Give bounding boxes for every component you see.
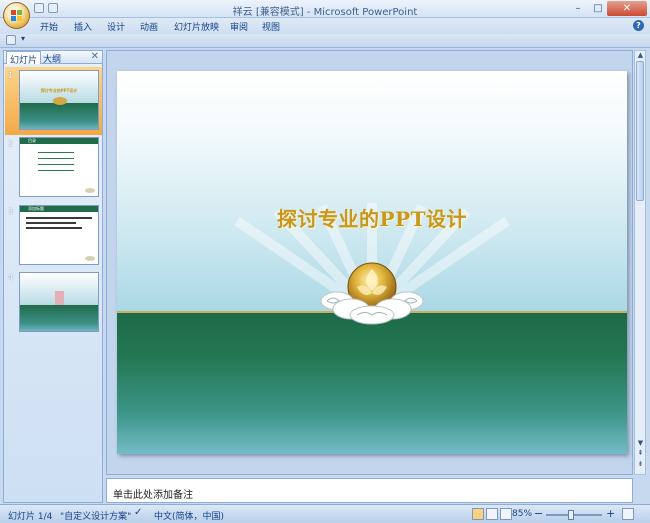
cloud-emblem-icon	[53, 97, 67, 105]
tab-slideshow[interactable]: 幻灯片放映	[174, 20, 219, 33]
thumbnail-number: 4	[8, 273, 14, 282]
help-icon[interactable]: ?	[633, 20, 644, 31]
status-bar: 幻灯片 1/4 "自定义设计方案" ✓ 中文(简体，中国) 85% − +	[0, 504, 650, 523]
window-title: 祥云 [兼容模式] - Microsoft PowerPoint	[232, 7, 418, 18]
tab-animations[interactable]: 动画	[140, 20, 158, 33]
tab-home[interactable]: 开始	[40, 20, 58, 33]
tab-outline[interactable]: 大纲	[40, 51, 64, 65]
slides-pane: 幻灯片 大纲 ✕ 1 探讨专业的PPT设计 2 目录 3 添加标题 4	[3, 50, 103, 503]
quick-access-toolbar: ▾	[0, 34, 650, 48]
thumbnail-picture	[55, 291, 64, 305]
zoom-level[interactable]: 85%	[512, 509, 532, 519]
zoom-in-icon[interactable]: +	[606, 507, 615, 520]
ribbon-tabs: 开始 插入 设计 动画 幻灯片放映 审阅 视图 ?	[0, 18, 650, 34]
thumbnail-title: 添加标题	[28, 206, 44, 211]
slideshow-view-icon[interactable]	[500, 508, 512, 520]
spellcheck-icon[interactable]: ✓	[134, 507, 142, 518]
slide-thumbnail-2[interactable]: 目录	[19, 137, 99, 197]
slide-title[interactable]: 探讨专业的PPT设计	[117, 203, 627, 232]
slide-thumbnail-4[interactable]	[19, 272, 99, 332]
close-button[interactable]: ✕	[607, 1, 647, 16]
normal-view-icon[interactable]	[472, 508, 484, 520]
thumbnail-number: 2	[8, 139, 14, 148]
thumbnail-number: 3	[8, 207, 14, 216]
office-logo-icon	[11, 10, 23, 22]
theme-name[interactable]: "自定义设计方案"	[60, 509, 131, 522]
zoom-out-icon[interactable]: −	[534, 507, 543, 520]
slide-thumbnail-1[interactable]: 探讨专业的PPT设计	[19, 70, 99, 130]
previous-slide-icon[interactable]: ⇞	[636, 449, 645, 458]
pane-tabs: 幻灯片 大纲 ✕	[4, 51, 102, 66]
thumbnail-list: 1 探讨专业的PPT设计 2 目录 3 添加标题 4	[4, 65, 102, 502]
office-button[interactable]	[3, 2, 30, 29]
current-slide[interactable]: 探讨专业的PPT设计	[117, 71, 627, 454]
tab-insert[interactable]: 插入	[74, 20, 92, 33]
fit-to-window-icon[interactable]	[622, 508, 634, 520]
zoom-slider-knob[interactable]	[568, 510, 574, 520]
scroll-down-icon[interactable]: ▼	[636, 439, 645, 448]
scroll-thumb[interactable]	[636, 61, 644, 201]
notes-placeholder: 单击此处添加备注	[113, 490, 193, 501]
slide-edit-area[interactable]: 探讨专业的PPT设计	[106, 50, 633, 475]
next-slide-icon[interactable]: ⇟	[636, 460, 645, 469]
tab-review[interactable]: 审阅	[230, 20, 248, 33]
thumbnail-title: 目录	[28, 138, 36, 143]
thumbnail-title: 探讨专业的PPT设计	[40, 88, 78, 93]
notes-pane[interactable]: 单击此处添加备注	[106, 478, 633, 503]
tab-view[interactable]: 视图	[262, 20, 280, 33]
zoom-slider[interactable]	[546, 514, 602, 516]
tab-design[interactable]: 设计	[107, 20, 125, 33]
tab-slides[interactable]: 幻灯片	[6, 51, 42, 66]
maximize-button[interactable]: □	[588, 1, 608, 16]
auspicious-cloud-emblem-icon	[320, 262, 424, 325]
minimize-button[interactable]: –	[568, 1, 588, 16]
vertical-scrollbar[interactable]: ▲ ▼ ⇞ ⇟	[634, 50, 646, 475]
scroll-up-icon[interactable]: ▲	[636, 51, 645, 60]
open-folder-icon[interactable]	[6, 35, 16, 45]
slide-thumbnail-3[interactable]: 添加标题	[19, 205, 99, 265]
qat-dropdown-icon[interactable]: ▾	[21, 34, 25, 43]
slide-counter: 幻灯片 1/4	[8, 512, 53, 522]
pane-close-icon[interactable]: ✕	[91, 51, 99, 62]
language-indicator[interactable]: 中文(简体，中国)	[154, 509, 224, 522]
slide-sorter-view-icon[interactable]	[486, 508, 498, 520]
title-bar: 祥云 [兼容模式] - Microsoft PowerPoint – □ ✕	[0, 0, 650, 29]
thumbnail-number: 1	[8, 71, 14, 80]
